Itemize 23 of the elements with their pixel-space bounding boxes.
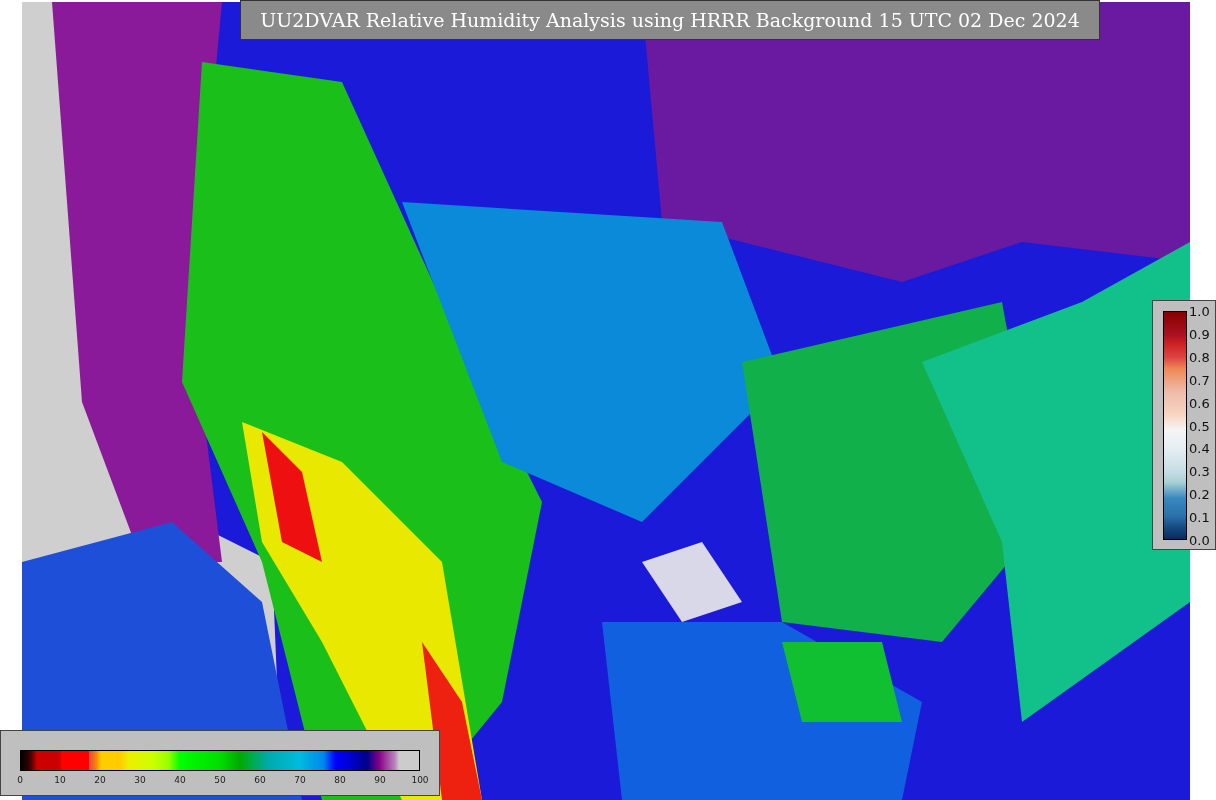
scale-label: 80 xyxy=(334,775,346,785)
scale-label: 0.2 xyxy=(1189,486,1210,502)
scale-label: 30 xyxy=(134,775,146,785)
scale-label: 0.8 xyxy=(1189,349,1210,365)
scale-label: 0.3 xyxy=(1189,463,1210,479)
scale-label: 60 xyxy=(254,775,266,785)
scale-label: 0.5 xyxy=(1189,418,1210,433)
scale-label: 40 xyxy=(174,775,186,785)
scale-label: 0.0 xyxy=(1189,532,1210,548)
scale-label: 100 xyxy=(411,775,429,785)
scale-label: 50 xyxy=(214,775,226,785)
scale-label: 90 xyxy=(374,775,386,785)
scale-label: 20 xyxy=(94,775,106,785)
scale-label: 10 xyxy=(54,775,66,785)
map-title: UU2DVAR Relative Humidity Analysis using HRRR Background 15 UTC 02 Dec 2024 xyxy=(240,0,1100,40)
scale-label: 70 xyxy=(294,775,306,785)
scale-label: 1.0 xyxy=(1189,303,1210,319)
scale-label: 0.7 xyxy=(1189,372,1210,388)
scale-label: 0.9 xyxy=(1189,326,1210,342)
scale-label: 0.1 xyxy=(1189,509,1210,525)
scale-label: 0.4 xyxy=(1189,440,1210,456)
scale-label: 0.6 xyxy=(1189,395,1210,411)
scale-label: 0 xyxy=(17,775,23,785)
